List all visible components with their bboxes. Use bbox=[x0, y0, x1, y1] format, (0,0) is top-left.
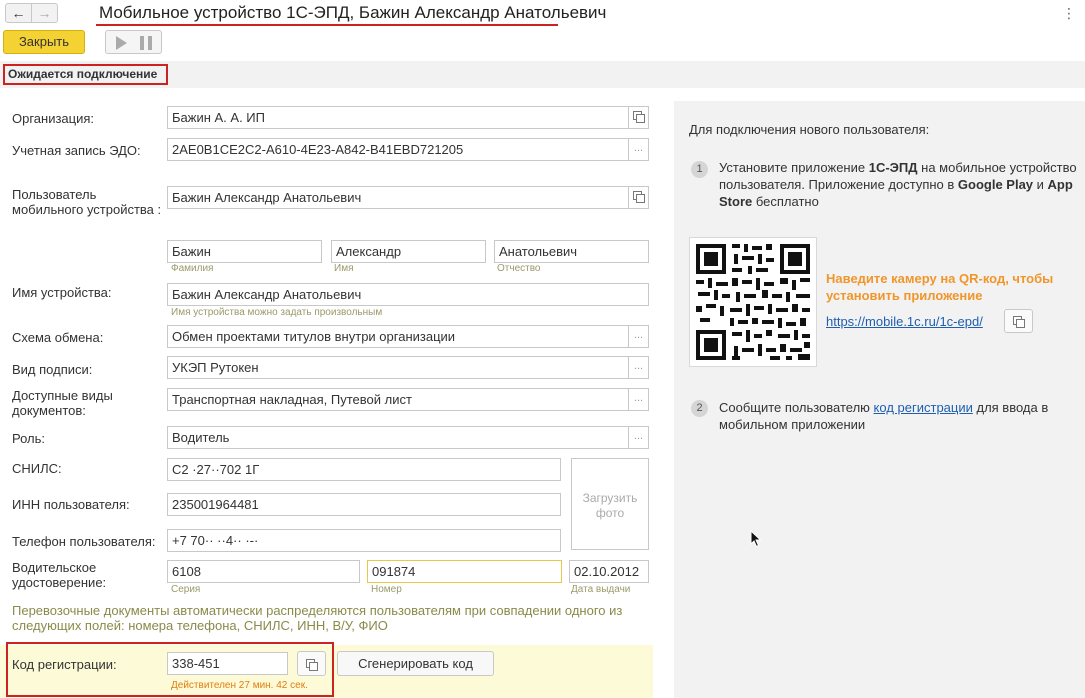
inn-field[interactable]: 235001964481 bbox=[167, 493, 561, 516]
license-date-caption: Дата выдачи bbox=[571, 584, 631, 595]
registration-code-link[interactable]: код регистрации bbox=[874, 400, 973, 415]
run-control-group bbox=[105, 30, 162, 54]
title-bar: ← → Мобильное устройство 1С-ЭПД, Бажин А… bbox=[0, 0, 1085, 28]
license-series-caption: Серия bbox=[171, 584, 201, 595]
pause-icon[interactable] bbox=[140, 36, 152, 50]
step-1-text: Установите приложение 1С-ЭПД на мобильно… bbox=[719, 159, 1085, 210]
more-menu-icon[interactable]: ⋮ bbox=[1062, 5, 1076, 22]
document-types-label: Доступные виды документов: bbox=[12, 388, 113, 418]
window-title: Мобильное устройство 1С-ЭПД, Бажин Алекс… bbox=[99, 3, 607, 22]
qr-hint: Наведите камеру на QR-код, чтобы установ… bbox=[826, 271, 1054, 303]
license-label: Водительское удостоверение: bbox=[12, 560, 107, 590]
toolbar: Закрыть bbox=[0, 28, 1085, 56]
distribution-note: Перевозочные документы автоматически рас… bbox=[12, 603, 623, 633]
copy-icon bbox=[1013, 316, 1025, 329]
edo-account-field[interactable]: 2AE0B1CE2C2-A610-4E23-A842-B41EBD721205 bbox=[167, 138, 629, 161]
mobile-user-field[interactable]: Бажин Александр Анатольевич bbox=[167, 186, 629, 209]
open-organization-button[interactable] bbox=[629, 106, 649, 129]
edo-account-choice-button[interactable]: ... bbox=[629, 138, 649, 161]
phone-label: Телефон пользователя: bbox=[12, 534, 156, 549]
connection-status: Ожидается подключение bbox=[3, 64, 168, 85]
registration-label: Код регистрации: bbox=[12, 657, 117, 672]
snils-label: СНИЛС: bbox=[12, 461, 62, 476]
mobile-user-label: Пользователь мобильного устройства : bbox=[12, 187, 162, 217]
signature-type-field[interactable]: УКЭП Рутокен bbox=[167, 356, 629, 379]
qr-code-image bbox=[696, 244, 810, 360]
mouse-cursor-icon bbox=[750, 529, 762, 551]
generate-code-button[interactable]: Сгенерировать код bbox=[337, 651, 494, 676]
license-number-caption: Номер bbox=[371, 584, 402, 595]
device-name-hint: Имя устройства можно задать произвольным bbox=[171, 307, 383, 318]
signature-type-label: Вид подписи: bbox=[12, 362, 93, 377]
exchange-scheme-label: Схема обмена: bbox=[12, 330, 104, 345]
back-arrow-icon[interactable]: ← bbox=[5, 3, 32, 23]
qr-code bbox=[689, 237, 817, 367]
app-name: 1С-ЭПД bbox=[868, 160, 918, 175]
edo-account-label: Учетная запись ЭДО: bbox=[12, 143, 141, 158]
snils-field[interactable]: C2 ·27··702 1Г bbox=[167, 458, 561, 481]
help-panel: Для подключения нового пользователя: 1 У… bbox=[674, 101, 1085, 698]
upload-photo-button[interactable]: Загрузить фото bbox=[571, 458, 649, 550]
device-name-field[interactable]: Бажин Александр Анатольевич bbox=[167, 283, 649, 306]
license-series-field[interactable]: 6108 bbox=[167, 560, 360, 583]
organization-field[interactable]: Бажин А. А. ИП bbox=[167, 106, 629, 129]
store-google-play: Google Play bbox=[957, 177, 1034, 192]
patronymic-caption: Отчество bbox=[497, 263, 541, 274]
patronymic-field[interactable]: Анатольевич bbox=[494, 240, 649, 263]
copy-link-button[interactable] bbox=[1004, 309, 1033, 333]
exchange-scheme-field[interactable]: Обмен проектами титулов внутри организац… bbox=[167, 325, 629, 348]
step-2-badge: 2 bbox=[691, 400, 708, 417]
close-button[interactable]: Закрыть bbox=[3, 30, 85, 54]
device-name-label: Имя устройства: bbox=[12, 285, 112, 300]
last-name-caption: Фамилия bbox=[171, 263, 214, 274]
license-date-field[interactable]: 02.10.2012 bbox=[569, 560, 649, 583]
app-download-link[interactable]: https://mobile.1c.ru/1c-epd/ bbox=[826, 314, 983, 329]
first-name-field[interactable]: Александр bbox=[331, 240, 486, 263]
open-mobile-user-button[interactable] bbox=[629, 186, 649, 209]
last-name-field[interactable]: Бажин bbox=[167, 240, 322, 263]
license-number-field[interactable]: 091874 bbox=[367, 560, 562, 583]
open-icon bbox=[633, 110, 645, 123]
step-1-part1: Установите приложение bbox=[719, 160, 869, 175]
step-1-and: и bbox=[1033, 177, 1048, 192]
phone-field[interactable]: +7 70·· ··4·· ·-· bbox=[167, 529, 561, 552]
document-types-choice-button[interactable]: ... bbox=[629, 388, 649, 411]
registration-code-field[interactable]: 338-451 bbox=[167, 652, 288, 675]
role-label: Роль: bbox=[12, 431, 46, 446]
organization-label: Организация: bbox=[12, 111, 95, 126]
document-types-field[interactable]: Транспортная накладная, Путевой лист bbox=[167, 388, 629, 411]
role-field[interactable]: Водитель bbox=[167, 426, 629, 449]
help-heading: Для подключения нового пользователя: bbox=[689, 122, 930, 137]
role-choice-button[interactable]: ... bbox=[629, 426, 649, 449]
step-1-badge: 1 bbox=[691, 161, 708, 178]
step-2-part1: Сообщите пользователю bbox=[719, 400, 874, 415]
forward-arrow-icon[interactable]: → bbox=[31, 3, 58, 23]
step-1-part3: бесплатно bbox=[752, 194, 819, 209]
title-highlight bbox=[96, 24, 558, 26]
signature-type-choice-button[interactable]: ... bbox=[629, 356, 649, 379]
play-icon[interactable] bbox=[116, 36, 127, 50]
first-name-caption: Имя bbox=[334, 263, 354, 274]
step-2-text: Сообщите пользователю код регистрации дл… bbox=[719, 399, 1079, 433]
registration-validity: Действителен 27 мин. 42 сек. bbox=[171, 680, 308, 691]
copy-code-button[interactable] bbox=[297, 651, 326, 676]
exchange-scheme-choice-button[interactable]: ... bbox=[629, 325, 649, 348]
copy-icon bbox=[306, 659, 318, 672]
device-form: Организация: Бажин А. А. ИП Учетная запи… bbox=[0, 88, 660, 698]
inn-label: ИНН пользователя: bbox=[12, 497, 130, 512]
status-bar: Ожидается подключение bbox=[0, 61, 1085, 88]
open-icon bbox=[633, 190, 645, 203]
